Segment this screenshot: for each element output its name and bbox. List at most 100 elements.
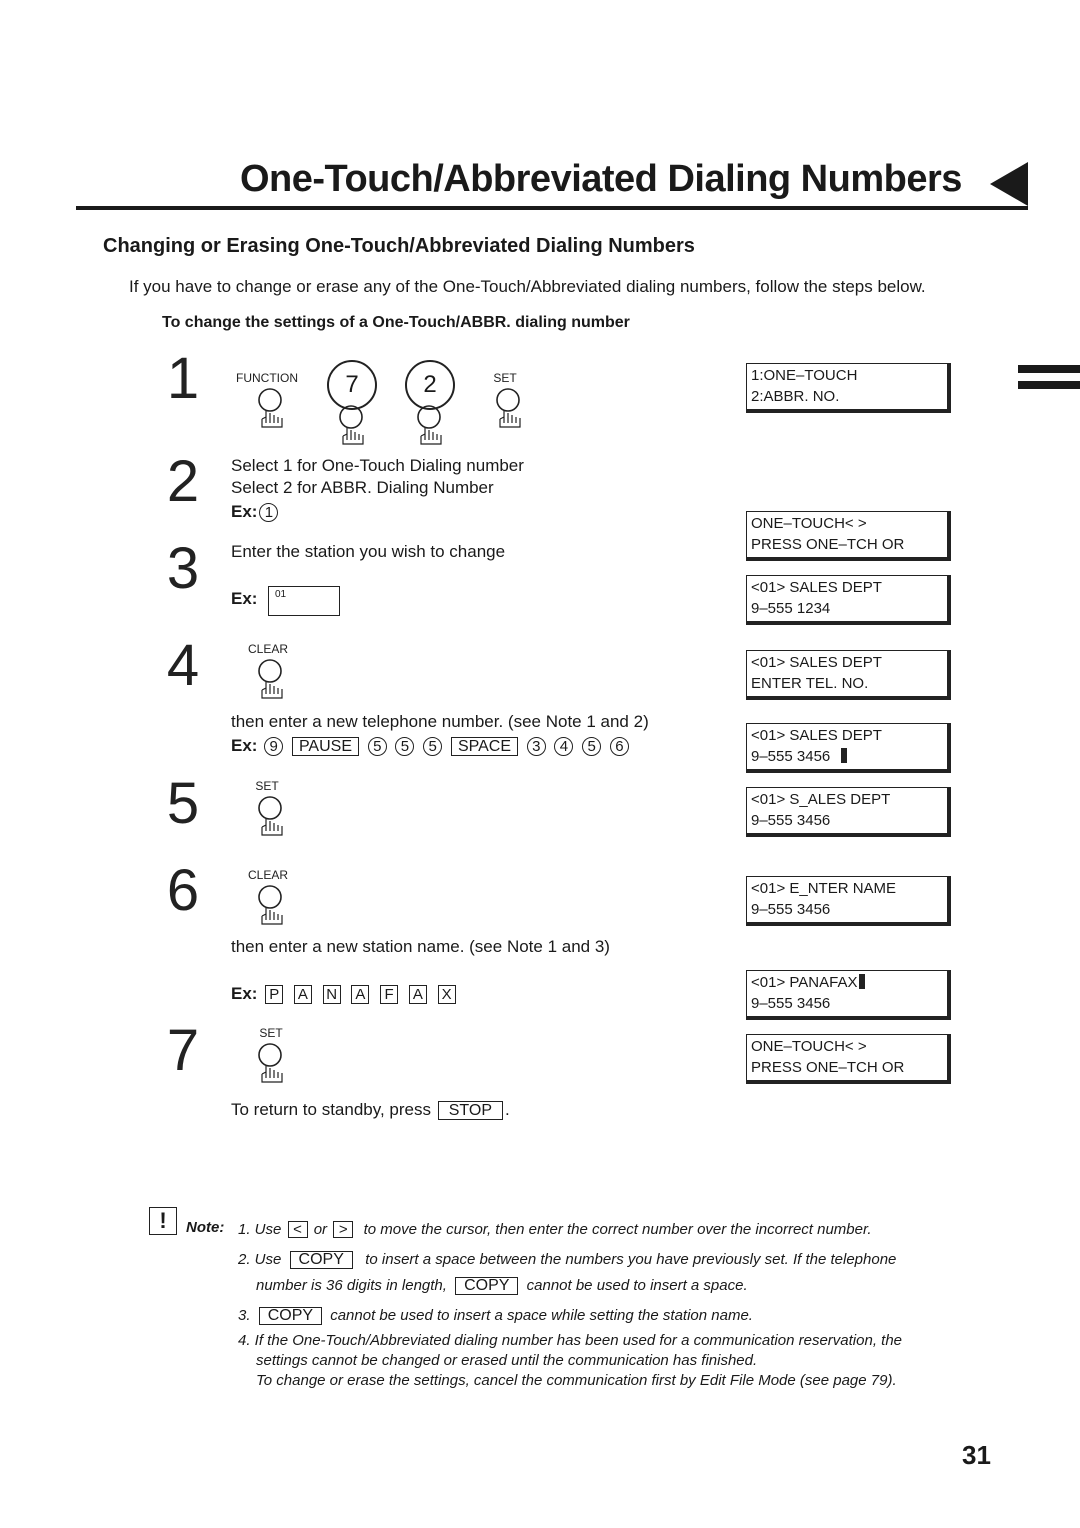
step-number: 1: [166, 346, 200, 411]
note-warning-icon: !: [149, 1207, 177, 1235]
note-2-cont: number is 36 digits in length, COPY cann…: [256, 1277, 748, 1295]
note-4: 4. If the One-Touch/Abbreviated dialing …: [238, 1332, 903, 1349]
lcd-line: 9–555 3456: [751, 746, 947, 767]
set-key[interactable]: SET: [486, 371, 524, 431]
step-text: then enter a new station name. (see Note…: [231, 937, 610, 956]
step-number: 7: [166, 1018, 200, 1083]
lcd-text: 9–555 3456: [751, 748, 831, 765]
step-number: 3: [166, 536, 200, 601]
number-key: 5: [367, 737, 387, 757]
step-number: 5: [166, 771, 200, 836]
letter-key: F: [380, 985, 399, 1005]
lcd-display: <01> SALES DEPT 9–555 1234: [746, 575, 951, 625]
stop-key: STOP: [437, 1101, 504, 1121]
letter-key: P: [265, 985, 284, 1005]
lcd-line: <01> E_NTER NAME: [751, 880, 897, 897]
step-text: Select 2 for ABBR. Dialing Number: [231, 478, 494, 497]
station-field: 01: [268, 586, 340, 616]
lcd-display: <01> E_NTER NAME 9–555 3456: [746, 876, 951, 926]
clear-key[interactable]: CLEAR: [248, 868, 288, 928]
note-text: cannot be used to insert a space while s…: [330, 1307, 753, 1324]
example-line: Ex: 1: [231, 502, 280, 523]
lcd-line: 9–555 3456: [751, 901, 831, 918]
letter-key: A: [408, 985, 427, 1005]
letter-key: A: [351, 985, 370, 1005]
hand-press-icon: [258, 1043, 283, 1083]
lcd-line: 9–555 1234: [751, 600, 831, 617]
note-text: to move the cursor, then enter the corre…: [363, 1221, 872, 1238]
note-text: to insert a space between the numbers yo…: [365, 1251, 897, 1268]
lcd-line: PRESS ONE–TCH OR: [751, 1059, 905, 1076]
hand-press-icon: [417, 405, 442, 445]
lcd-line: 9–555 3456: [751, 812, 831, 829]
lcd-text: <01> PANAFAX: [751, 974, 858, 991]
hand-press-icon: [339, 405, 364, 445]
key-label: SET: [259, 1026, 283, 1040]
key-label: SET: [493, 371, 517, 385]
example-line: Ex: 9 PAUSE 5 5 5 SPACE 3 4 5 6: [231, 736, 631, 757]
step-text: Enter the station you wish to change: [231, 542, 506, 561]
lcd-display: <01> PANAFAX 9–555 3456: [746, 970, 951, 1020]
right-arrow-key: >: [333, 1221, 354, 1238]
example-label: Ex:: [231, 984, 258, 1003]
step-text-after: .: [505, 1100, 510, 1119]
lcd-line: <01> SALES DEPT: [751, 579, 882, 596]
lcd-display: <01> S_ALES DEPT 9–555 3456: [746, 787, 951, 837]
lcd-line: 9–555 3456: [751, 995, 831, 1012]
copy-key: COPY: [289, 1251, 353, 1269]
note-text: or: [313, 1221, 328, 1238]
function-key[interactable]: FUNCTION: [236, 371, 298, 431]
step-text: Select 1 for One-Touch Dialing number: [231, 456, 524, 475]
letter-key: A: [293, 985, 312, 1005]
cursor-icon: [859, 974, 866, 989]
lcd-display: <01> SALES DEPT ENTER TEL. NO.: [746, 650, 951, 700]
lcd-line: 1:ONE–TOUCH: [751, 367, 858, 384]
set-key[interactable]: SET: [248, 779, 286, 839]
number-key: 9: [264, 737, 284, 757]
key-label: FUNCTION: [236, 371, 298, 385]
note-1: 1. Use < or > to move the cursor, then e…: [238, 1221, 872, 1238]
hand-press-icon: [258, 796, 283, 836]
note-4-line-2: settings cannot be changed or erased unt…: [256, 1352, 758, 1369]
step-number: 4: [166, 633, 200, 698]
note-4-line-3: To change or erase the settings, cancel …: [256, 1372, 897, 1389]
number-key: 5: [423, 737, 443, 757]
lcd-line: <01> S_ALES DEPT: [751, 791, 891, 808]
lcd-line: ONE–TOUCH< >: [751, 515, 867, 532]
left-arrow-key: <: [287, 1221, 308, 1238]
step-text: then enter a new telephone number. (see …: [231, 712, 649, 731]
number-key: 5: [395, 737, 415, 757]
number-key: 6: [609, 737, 629, 757]
number-key: 5: [582, 737, 602, 757]
letter-key: N: [322, 985, 341, 1005]
lcd-line: 2:ABBR. NO.: [751, 388, 840, 405]
example-label: Ex:: [231, 589, 258, 608]
lcd-line: ENTER TEL. NO.: [751, 675, 869, 692]
clear-key[interactable]: CLEAR: [248, 642, 288, 702]
lcd-line: <01> SALES DEPT: [751, 654, 882, 671]
copy-key: COPY: [258, 1307, 323, 1325]
number-key: 1: [259, 503, 279, 523]
page-number: 31: [962, 1440, 991, 1470]
note-label: Note:: [186, 1219, 225, 1236]
lcd-display: <01> SALES DEPT 9–555 3456: [746, 723, 951, 773]
set-key[interactable]: SET: [256, 1026, 286, 1086]
note-text: 3.: [238, 1307, 251, 1324]
key-label: CLEAR: [248, 642, 289, 656]
key-label: CLEAR: [248, 868, 289, 882]
lcd-line: PRESS ONE–TCH OR: [751, 536, 905, 553]
note-3: 3. COPY cannot be used to insert a space…: [238, 1307, 753, 1325]
note-text: number is 36 digits in length,: [256, 1277, 447, 1294]
step-text-before: To return to standby, press: [231, 1100, 432, 1119]
lcd-line: <01> SALES DEPT: [751, 727, 882, 744]
note-text: cannot be used to insert a space.: [526, 1277, 748, 1294]
hand-press-icon: [258, 885, 283, 925]
intro-text: If you have to change or erase any of th…: [129, 277, 926, 296]
pause-key: PAUSE: [291, 737, 359, 757]
key-label: 2: [405, 360, 455, 410]
key-2[interactable]: 2: [405, 360, 455, 448]
cursor-icon: [840, 748, 847, 763]
key-7[interactable]: 7: [327, 360, 377, 448]
hand-press-icon: [496, 388, 521, 428]
space-key: SPACE: [450, 737, 518, 757]
